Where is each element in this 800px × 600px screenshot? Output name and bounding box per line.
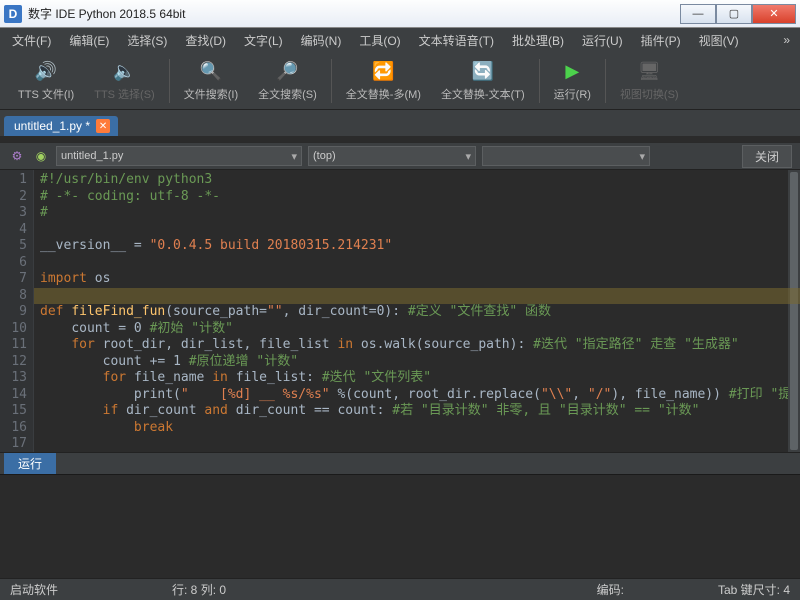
menu-text[interactable]: 文字(L) (236, 30, 291, 51)
run-tabbar: 运行 (0, 452, 800, 474)
code-editor[interactable]: 1234567891011121314151617 #!/usr/bin/env… (0, 170, 800, 452)
status-position: 行: 8 列: 0 (172, 581, 226, 598)
toolbar-separator (331, 59, 332, 103)
file-search-icon: 🔍 (199, 60, 223, 84)
speaker-icon: 🔊 (34, 60, 58, 84)
editor-scrollbar[interactable] (788, 170, 800, 452)
tool-file-search[interactable]: 🔍文件搜索(I) (174, 54, 248, 108)
chevron-down-icon: ▾ (465, 150, 471, 163)
chevron-down-icon: ▾ (639, 150, 645, 163)
code-area[interactable]: #!/usr/bin/env python3# -*- coding: utf-… (34, 170, 788, 452)
menu-plugin[interactable]: 插件(P) (633, 30, 689, 51)
toolbar: 🔊TTS 文件(I) 🔈TTS 选择(S) 🔍文件搜索(I) 🔎全文搜索(S) … (0, 52, 800, 110)
status-tabsize: Tab 键尺寸: 4 (718, 581, 790, 598)
search-icon: 🔎 (275, 60, 299, 84)
output-panel[interactable] (0, 474, 800, 546)
tab-close-icon[interactable]: ✕ (96, 119, 110, 133)
tool-view-switch: 🖥视图切换(S) (610, 54, 689, 108)
menu-select[interactable]: 选择(S) (119, 30, 175, 51)
nav-close-button[interactable]: 关闭 (742, 145, 792, 168)
window-buttons: — ▢ ✕ (680, 4, 796, 24)
menu-tools[interactable]: 工具(O) (351, 30, 408, 51)
tool-run[interactable]: ▶运行(R) (544, 54, 601, 108)
minimize-button[interactable]: — (680, 4, 716, 24)
app-icon: D (4, 5, 22, 23)
replace-text-icon: 🔄 (471, 60, 495, 84)
statusbar: 启动软件 行: 8 列: 0 编码: Tab 键尺寸: 4 (0, 578, 800, 600)
tool-replace-multi[interactable]: 🔁全文替换-多(M) (336, 54, 431, 108)
titlebar: D 数字 IDE Python 2018.5 64bit — ▢ ✕ (0, 0, 800, 28)
menu-run[interactable]: 运行(U) (574, 30, 631, 51)
status-encoding: 编码: (597, 581, 624, 598)
menu-batch[interactable]: 批处理(B) (504, 30, 572, 51)
menu-find[interactable]: 查找(D) (177, 30, 234, 51)
current-line-highlight (34, 288, 800, 305)
tool-full-search[interactable]: 🔎全文搜索(S) (248, 54, 327, 108)
status-left: 启动软件 (10, 581, 58, 598)
nav-circle-icon[interactable]: ◉ (32, 147, 50, 165)
file-dropdown[interactable]: untitled_1.py▾ (56, 146, 302, 166)
tool-tts-file[interactable]: 🔊TTS 文件(I) (8, 54, 84, 108)
nav-bar: ⚙ ◉ untitled_1.py▾ (top)▾ ▾ 关闭 (0, 142, 800, 170)
line-gutter: 1234567891011121314151617 (0, 170, 34, 452)
menu-encoding[interactable]: 编码(N) (293, 30, 350, 51)
toolbar-separator (605, 59, 606, 103)
menu-tts[interactable]: 文本转语音(T) (411, 30, 502, 51)
file-tab[interactable]: untitled_1.py * ✕ (4, 116, 118, 136)
speaker-dim-icon: 🔈 (112, 60, 136, 84)
file-tab-label: untitled_1.py * (14, 119, 90, 133)
toolbar-separator (169, 59, 170, 103)
nav-gear-icon[interactable]: ⚙ (8, 147, 26, 165)
menu-file[interactable]: 文件(F) (4, 30, 59, 51)
toolbar-separator (539, 59, 540, 103)
menu-view[interactable]: 视图(V) (691, 30, 747, 51)
menu-edit[interactable]: 编辑(E) (61, 30, 117, 51)
scope-dropdown[interactable]: (top)▾ (308, 146, 476, 166)
symbol-dropdown[interactable]: ▾ (482, 146, 650, 166)
chevron-down-icon: ▾ (291, 150, 297, 163)
window-title: 数字 IDE Python 2018.5 64bit (28, 5, 680, 22)
menu-overflow-icon[interactable]: » (777, 33, 796, 47)
tool-replace-text[interactable]: 🔄全文替换-文本(T) (431, 54, 535, 108)
close-button[interactable]: ✕ (752, 4, 796, 24)
file-tabbar: untitled_1.py * ✕ (0, 110, 800, 136)
maximize-button[interactable]: ▢ (716, 4, 752, 24)
run-tab[interactable]: 运行 (4, 453, 56, 474)
scrollbar-thumb[interactable] (790, 172, 798, 450)
menubar: 文件(F) 编辑(E) 选择(S) 查找(D) 文字(L) 编码(N) 工具(O… (0, 28, 800, 52)
monitor-icon: 🖥 (637, 60, 661, 84)
play-icon: ▶ (560, 60, 584, 84)
replace-multi-icon: 🔁 (371, 60, 395, 84)
tool-tts-select: 🔈TTS 选择(S) (84, 54, 165, 108)
